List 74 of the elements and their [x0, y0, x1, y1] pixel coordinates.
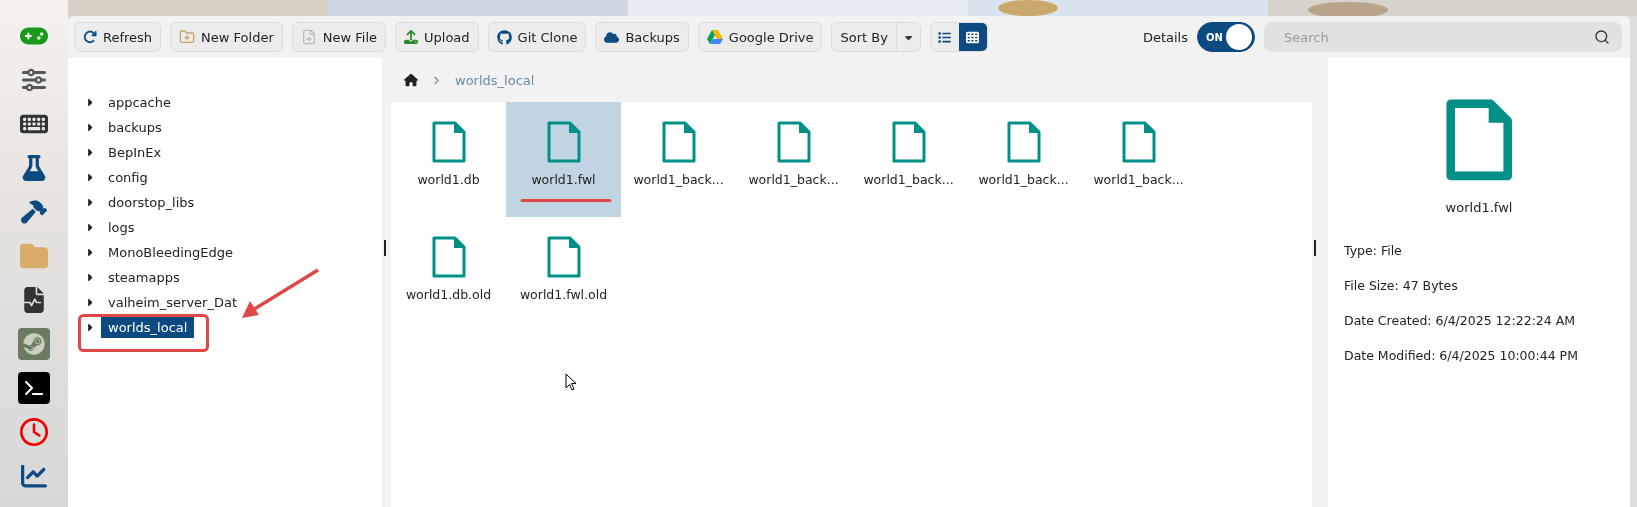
file-name: world1.db: [417, 172, 480, 187]
file-property: Date Created: 6/4/2025 12:22:24 AM: [1344, 311, 1577, 330]
details-switch[interactable]: ON: [1197, 22, 1255, 52]
file-property: Type: File: [1344, 241, 1403, 260]
file-icon: [430, 120, 467, 164]
toolbar-button[interactable]: Git Clone: [487, 22, 587, 52]
folder-item[interactable]: worlds_local: [101, 316, 195, 338]
file-tile[interactable]: world1_back...: [736, 102, 851, 217]
search-field[interactable]: Search: [1264, 22, 1622, 52]
file-plus-icon: [300, 29, 317, 45]
details-label: Details: [1142, 29, 1188, 45]
sort-button[interactable]: Sort By: [832, 23, 896, 51]
file-name: world1.db.old: [405, 287, 492, 302]
file-icon: [775, 120, 812, 164]
file-tile[interactable]: world1_back...: [966, 102, 1081, 217]
file-icon: [1005, 120, 1042, 164]
grid-icon: [966, 30, 980, 44]
file-icon: [660, 120, 697, 164]
file-tile[interactable]: world1_back...: [621, 102, 736, 217]
file-name: world1_back...: [978, 172, 1069, 187]
file-tile[interactable]: world1_back...: [1081, 102, 1196, 217]
github-icon: [496, 29, 512, 45]
folder-item[interactable]: doorstop_libs: [101, 191, 202, 213]
file-name: world1.fwl: [1445, 199, 1513, 215]
folder-item[interactable]: valheim_server_Dat: [101, 291, 244, 313]
refresh-icon: [83, 30, 97, 44]
dropdown-button[interactable]: [895, 23, 920, 51]
file-icon: [1120, 120, 1157, 164]
folder-plus-icon: [179, 29, 196, 45]
drive-icon: [706, 30, 723, 44]
folder-item[interactable]: logs: [101, 216, 142, 238]
file-property: Date Modified: 6/4/2025 10:00:44 PM: [1344, 346, 1579, 365]
file-name: world1.fwl.old: [519, 287, 608, 302]
upload-icon: [404, 30, 418, 44]
toolbar-button[interactable]: Refresh: [74, 22, 162, 52]
folder-item[interactable]: config: [101, 166, 155, 188]
file-icon: [890, 120, 927, 164]
file-name: world1_back...: [863, 172, 954, 187]
toolbar-button[interactable]: Upload: [395, 22, 479, 52]
folder-item[interactable]: steamapps: [101, 266, 187, 288]
file-tile[interactable]: world1_back...: [851, 102, 966, 217]
file-name: world1_back...: [633, 172, 724, 187]
file-name: world1_back...: [1093, 172, 1184, 187]
folder-item[interactable]: appcache: [101, 91, 178, 113]
cursor-icon: [565, 373, 577, 391]
file-icon: [545, 120, 582, 164]
folder-item[interactable]: MonoBleedingEdge: [101, 241, 240, 263]
toolbar-button[interactable]: Backups: [595, 22, 689, 52]
splitter-handle[interactable]: [384, 239, 386, 256]
terminal-icon[interactable]: [18, 372, 50, 404]
file-name: world1_back...: [748, 172, 839, 187]
toolbar-button[interactable]: New File: [291, 22, 386, 52]
file-tile[interactable]: world1.db.old: [391, 217, 506, 332]
file-name: world1.fwl: [531, 172, 596, 187]
home-icon[interactable]: [404, 73, 418, 87]
search-icon: [1594, 29, 1610, 45]
list-icon: [938, 30, 952, 44]
file-icon: [1444, 98, 1514, 182]
grid-view-button[interactable]: [958, 23, 987, 51]
folder-item[interactable]: BepInEx: [101, 141, 169, 163]
file-property: File Size: 47 Bytes: [1344, 276, 1459, 295]
file-tile[interactable]: world1.fwl.old: [506, 217, 621, 332]
cloud-icon: [604, 29, 620, 45]
clock-icon[interactable]: [18, 416, 50, 448]
file-tile[interactable]: world1.db: [391, 102, 506, 217]
toolbar-button[interactable]: New Folder: [170, 22, 283, 52]
toolbar-button[interactable]: Google Drive: [697, 22, 823, 52]
steam-icon[interactable]: [18, 328, 50, 360]
file-tile[interactable]: world1.fwl: [506, 102, 621, 217]
splitter-handle[interactable]: [1314, 239, 1316, 256]
file-icon: [545, 235, 582, 279]
folder-item[interactable]: backups: [101, 116, 169, 138]
file-icon: [430, 235, 467, 279]
list-view-button[interactable]: [930, 23, 959, 51]
